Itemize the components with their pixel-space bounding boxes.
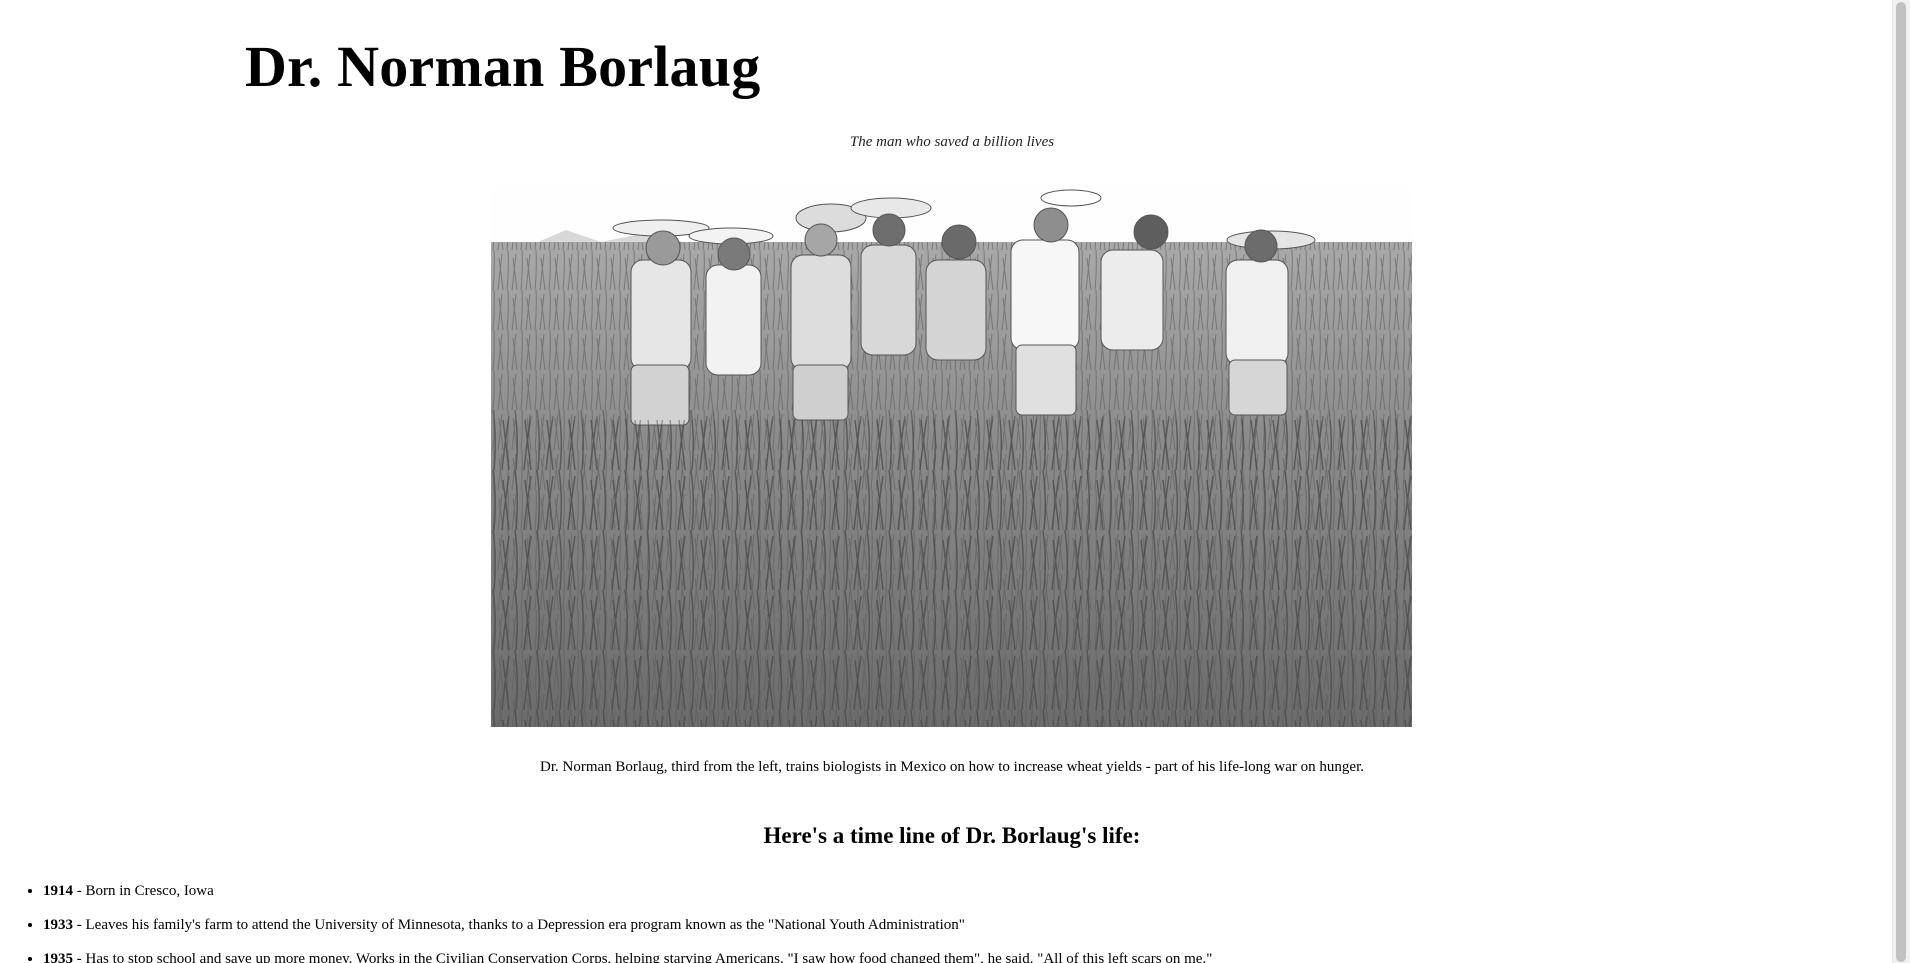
photo-graphic — [491, 170, 1412, 727]
timeline-item: 1935 - Has to stop school and save up mo… — [43, 948, 1893, 963]
timeline-text: - Leaves his family's farm to attend the… — [73, 917, 965, 933]
page: Dr. Norman Borlaug The man who saved a b… — [0, 0, 1893, 963]
timeline-year: 1933 — [43, 917, 73, 933]
borlaug-wheat-field-photo — [491, 170, 1412, 727]
tagline: The man who saved a billion lives — [849, 134, 1055, 150]
page-title: Dr. Norman Borlaug — [245, 34, 761, 99]
timeline-text: - Has to stop school and save up more mo… — [73, 951, 1213, 963]
vertical-scrollbar[interactable] — [1892, 0, 1910, 963]
scrollbar-thumb[interactable] — [1896, 2, 1906, 962]
timeline-list: 1914 - Born in Cresco, Iowa 1933 - Leave… — [0, 880, 1893, 963]
timeline-year: 1914 — [43, 883, 73, 899]
timeline-text: - Born in Cresco, Iowa — [73, 883, 214, 899]
timeline-item: 1914 - Born in Cresco, Iowa — [43, 880, 1893, 902]
timeline-year: 1935 — [43, 951, 73, 963]
photo-caption: Dr. Norman Borlaug, third from the left,… — [540, 759, 1364, 775]
timeline-heading: Here's a time line of Dr. Borlaug's life… — [763, 823, 1141, 848]
timeline-item: 1933 - Leaves his family's farm to atten… — [43, 914, 1893, 936]
